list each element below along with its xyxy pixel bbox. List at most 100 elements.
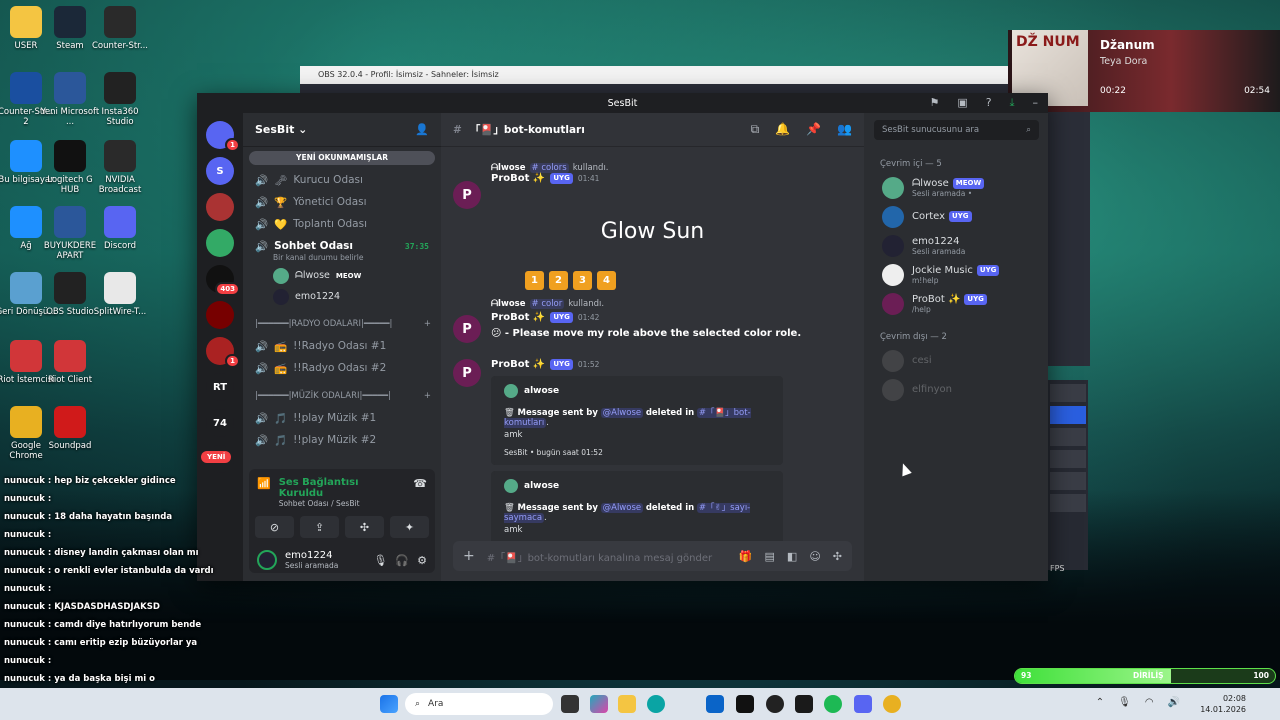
bell-icon[interactable]: 🔔	[775, 122, 790, 137]
server-icon[interactable]	[206, 301, 234, 329]
obs-start-button[interactable]	[1050, 406, 1086, 424]
server-search[interactable]: SesBit sunucusunu ara ⌕	[874, 120, 1039, 140]
explorer-icon[interactable]	[618, 695, 636, 713]
voice-user[interactable]: ᗩlwose MEOW	[243, 265, 441, 286]
task-view-icon[interactable]	[561, 695, 579, 713]
new-unread-bar[interactable]: YENİ OKUNMAMIŞLAR	[249, 151, 435, 165]
color-button[interactable]: 1	[525, 271, 544, 290]
obs-settings-button[interactable]	[1050, 450, 1086, 468]
desktop-icon[interactable]: Soundpad	[38, 406, 102, 451]
add-member-icon[interactable]: 👤	[415, 123, 429, 136]
message-3[interactable]: P ProBot ✨ UYG 01:52 alwose 🗑 Message sent…	[453, 359, 852, 560]
channel-item[interactable]: 🔊 🎵 !!play Müzik #1	[243, 407, 441, 429]
system-tray[interactable]: ⌃ 🎙 ◠ 🔊	[1096, 697, 1180, 708]
desktop-icon[interactable]: NVIDIA Broadcast	[88, 140, 152, 195]
help-icon[interactable]: ?	[986, 96, 992, 110]
disconnect-icon[interactable]: ☎	[413, 477, 427, 508]
author-name[interactable]: ProBot ✨	[491, 173, 545, 184]
server-icon[interactable]: 403	[206, 265, 240, 296]
channel-item[interactable]: 🔊 🗝 Kurucu Odası	[243, 169, 441, 191]
color-button[interactable]: 4	[597, 271, 616, 290]
server-icon[interactable]	[206, 229, 234, 257]
color-button[interactable]: 2	[549, 271, 568, 290]
message-2[interactable]: ᗩlwose # color kullandı. P ProBot ✨ UYG 01:4…	[453, 299, 852, 343]
user-avatar[interactable]	[257, 550, 277, 570]
apps-icon[interactable]: ✣	[833, 550, 842, 563]
gif-icon[interactable]: ▤	[765, 550, 775, 563]
member-item[interactable]: emo1224 Sesli aramada	[864, 231, 1048, 260]
category-music[interactable]: |━━━━━━|MÜZİK ODALARI|━━━━━| +	[243, 385, 441, 407]
member-item[interactable]: Jockie Music UYG m!help	[864, 260, 1048, 289]
clock[interactable]: 02:08 14.01.2026	[1200, 693, 1246, 715]
taskbar-search[interactable]: ⌕ Ara	[405, 693, 553, 715]
member-item-offline[interactable]: elfinyon	[864, 375, 1048, 404]
desktop-icon[interactable]: Discord	[88, 206, 152, 251]
server-icon[interactable]: 1	[206, 121, 240, 152]
channel-item[interactable]: 🔊 💛 Toplantı Odası	[243, 213, 441, 235]
discord-window[interactable]: SesBit ⚑ ▣ ? ⤓ – 1 S 403 1 RT 74 YENİ SesBit …	[197, 93, 1048, 581]
spotify-icon[interactable]	[824, 695, 842, 713]
user-panel[interactable]: emo1224 Sesli aramada 🎙 🎧 ⚙	[249, 538, 435, 570]
desktop-icon[interactable]: SplitWire-T...	[88, 272, 152, 317]
server-icon[interactable]	[206, 193, 234, 221]
nvidia-icon[interactable]	[795, 695, 813, 713]
activities-button[interactable]: ✣	[345, 516, 384, 538]
edge-icon[interactable]	[647, 695, 665, 713]
settings-gear-icon[interactable]: ⚙	[417, 554, 427, 567]
pin-icon[interactable]: 📌	[806, 122, 821, 137]
desktop-icon[interactable]: Counter-Str...	[88, 6, 152, 51]
server-icon[interactable]: 1	[206, 337, 240, 368]
member-item[interactable]: ProBot ✨ UYG /help	[864, 289, 1048, 318]
desktop-icon[interactable]: Insta360 Studio	[88, 72, 152, 127]
download-icon[interactable]: ⤓	[1010, 96, 1015, 110]
message-input[interactable]: + #「🎴」bot-komutları kanalına mesaj gönde…	[453, 541, 852, 571]
start-button[interactable]	[380, 695, 398, 713]
color-button[interactable]: 3	[573, 271, 592, 290]
channel-item[interactable]: 🔊 🎵 !!play Müzik #2	[243, 429, 441, 451]
member-item[interactable]: ᗩlwose MEOW Sesli aramada •	[864, 173, 1048, 202]
minimize-icon[interactable]: –	[1033, 96, 1039, 110]
emoji-icon[interactable]: ☺	[809, 550, 820, 563]
channel-item[interactable]: 🔊 📻 !!Radyo Odası #1	[243, 335, 441, 357]
server-icon[interactable]: 74	[206, 409, 234, 437]
reply-preview[interactable]: ᗩlwose # colors kullandı.	[453, 163, 852, 173]
server-header[interactable]: SesBit ⌄ 👤	[243, 113, 441, 147]
screenshare-button[interactable]: ⇪	[300, 516, 339, 538]
probot-avatar[interactable]: P	[453, 181, 481, 209]
channel-item[interactable]: 🔊 🏆 Yönetici Odası	[243, 191, 441, 213]
soundboard-button[interactable]: ✦	[390, 516, 429, 538]
copilot-icon[interactable]	[590, 695, 608, 713]
voice-user[interactable]: emo1224	[243, 286, 441, 307]
member-item-offline[interactable]: cesi	[864, 346, 1048, 375]
reply-preview[interactable]: ᗩlwose # color kullandı.	[453, 299, 852, 309]
capcut-icon[interactable]	[736, 695, 754, 713]
server-icon[interactable]: S	[206, 157, 234, 185]
gift-icon[interactable]: 🎁	[739, 550, 753, 563]
probot-avatar[interactable]: P	[453, 359, 481, 387]
member-item[interactable]: Cortex UYG	[864, 202, 1048, 231]
sticker-icon[interactable]: ◧	[787, 550, 797, 563]
desktop-icon[interactable]: Riot Client	[38, 340, 102, 385]
chrome-taskbar-icon[interactable]	[883, 695, 901, 713]
server-icon[interactable]: RT	[206, 373, 234, 401]
mic-icon[interactable]: 🎙	[373, 554, 387, 567]
input-placeholder[interactable]: #「🎴」bot-komutları kanalına mesaj gönder	[487, 549, 712, 564]
obs-taskbar-icon[interactable]	[766, 695, 784, 713]
probot-avatar[interactable]: P	[453, 315, 481, 343]
category-radio[interactable]: |━━━━━━|RADYO ODALARI|━━━━━| +	[243, 313, 441, 335]
add-attachment-icon[interactable]: +	[463, 548, 475, 564]
channel-item[interactable]: 🔊 📻 !!Radyo Odası #2	[243, 357, 441, 379]
new-pill[interactable]: YENİ	[201, 451, 232, 463]
voice-location[interactable]: Sohbet Odası / SesBit	[279, 499, 406, 508]
threads-icon[interactable]: ⧉	[751, 122, 760, 137]
inbox-icon[interactable]: ⚑	[930, 96, 940, 110]
headphones-icon[interactable]: 🎧	[395, 554, 409, 567]
channel-sohbet-odasi[interactable]: 🔊 Sohbet Odası 37:35	[243, 235, 441, 257]
message-1[interactable]: ᗩlwose # colors kullandı. P ProBot ✨ UYG 01:…	[453, 163, 852, 290]
camera-button[interactable]: ⊘	[255, 516, 294, 538]
now-playing-widget[interactable]: DŽ NUM Džanum Teya Dora 00:22 02:54	[1008, 30, 1280, 112]
outlook-icon[interactable]	[706, 695, 724, 713]
members-icon[interactable]: 👥	[837, 122, 852, 137]
screen-icon[interactable]: ▣	[957, 96, 967, 110]
discord-taskbar-icon[interactable]	[854, 695, 872, 713]
